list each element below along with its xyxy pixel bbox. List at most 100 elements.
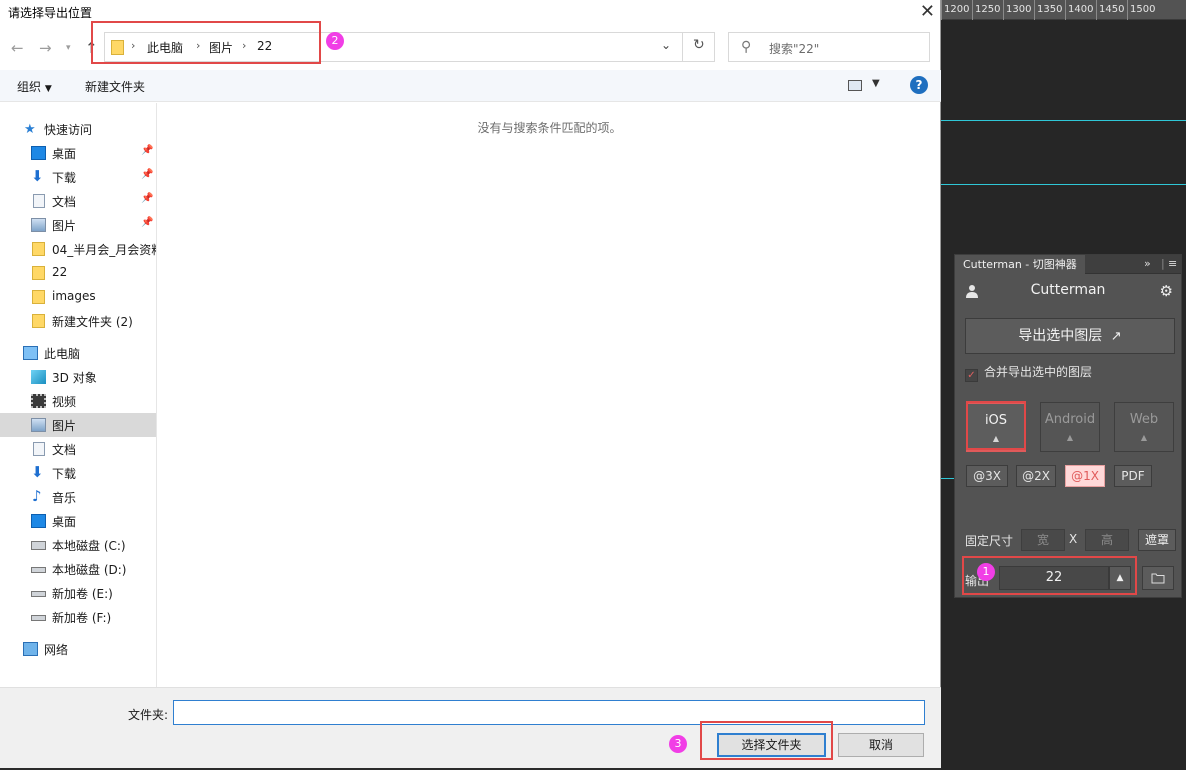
step-marker-3: 3: [669, 735, 687, 753]
help-icon[interactable]: ?: [910, 76, 928, 94]
sidebar-item-network[interactable]: 网络: [0, 637, 156, 661]
desktop-icon: [31, 146, 46, 160]
merge-layers-checkbox[interactable]: ✓ 合并导出选中的图层: [965, 363, 1093, 382]
sidebar-item-quick-access[interactable]: ★ 快速访问: [0, 117, 156, 141]
sidebar-item-label: 图片: [52, 219, 77, 233]
sidebar-item-desktop[interactable]: 桌面 📌: [0, 141, 156, 165]
sidebar-item-label: 下载: [52, 171, 77, 185]
sidebar-item-music[interactable]: ♪ 音乐: [0, 485, 156, 509]
sidebar-item-pictures[interactable]: 图片 📌: [0, 213, 156, 237]
ruler-tick: 1500: [1130, 4, 1156, 15]
scale-1x-button[interactable]: @1X: [1065, 465, 1105, 487]
highlight-select-folder: [700, 721, 833, 760]
sidebar-item-folder[interactable]: 22: [0, 261, 156, 285]
times-label: X: [1069, 532, 1078, 546]
sidebar-item-label: 快速访问: [44, 123, 93, 137]
browse-folder-button[interactable]: [1142, 566, 1174, 590]
ruler-tick: 1250: [975, 4, 1001, 15]
sidebar-item-downloads[interactable]: ⬇ 下载: [0, 461, 156, 485]
folder-icon: [32, 290, 45, 304]
export-selected-layers-button[interactable]: 导出选中图层 ↗: [965, 318, 1175, 354]
dialog-title: 请选择导出位置: [8, 6, 93, 20]
chevron-down-icon: ▼: [44, 84, 52, 94]
sidebar-item-folder[interactable]: 新建文件夹 (2): [0, 309, 156, 333]
ruler-tick: 1450: [1099, 4, 1125, 15]
pin-icon: 📌: [141, 169, 154, 180]
view-dropdown-icon[interactable]: ▼: [872, 78, 880, 89]
film-icon: [31, 394, 46, 408]
sidebar-item-desktop[interactable]: 桌面: [0, 509, 156, 533]
triangle-up-icon: ▲: [1066, 433, 1074, 442]
scale-pdf-button[interactable]: PDF: [1114, 465, 1152, 487]
command-bar: 组织 ▼ 新建文件夹 ▼ ?: [0, 70, 941, 102]
sidebar-item-label: 此电脑: [44, 347, 81, 361]
platform-android-button[interactable]: Android ▲: [1040, 402, 1100, 452]
sidebar-item-label: 本地磁盘 (C:): [52, 539, 126, 553]
panel-tab[interactable]: Cutterman - 切图神器: [955, 255, 1085, 274]
gear-icon[interactable]: ⚙: [1160, 282, 1173, 300]
sidebar-item-label: 网络: [44, 643, 69, 657]
panel-menu-icon[interactable]: ≡: [1168, 257, 1177, 270]
panel-tabbar: Cutterman - 切图神器 » | ≡: [955, 255, 1181, 274]
sidebar-item-downloads[interactable]: ⬇ 下载 📌: [0, 165, 156, 189]
sidebar-item-3d-objects[interactable]: 3D 对象: [0, 365, 156, 389]
select-folder-dialog: 请选择导出位置 ✕ ← → ▾ ↑ › 此电脑 › 图片 › 22 ⌄ ↻ ⚲ …: [0, 0, 941, 768]
sidebar-item-drive-e[interactable]: 新加卷 (E:): [0, 581, 156, 605]
highlight-address-bar: [91, 21, 321, 64]
panel-title: Cutterman: [1030, 282, 1106, 298]
guide-line: [941, 184, 1186, 185]
sidebar-item-folder[interactable]: images: [0, 285, 156, 309]
desktop-icon: [31, 514, 46, 528]
sidebar-item-label: 视频: [52, 395, 77, 409]
search-box[interactable]: ⚲ 搜索"22": [728, 32, 930, 62]
folder-icon: [32, 266, 45, 280]
sidebar-item-label: 桌面: [52, 147, 77, 161]
refresh-icon[interactable]: ↻: [693, 37, 705, 53]
sidebar-item-drive-d[interactable]: 本地磁盘 (D:): [0, 557, 156, 581]
sidebar-item-pictures-selected[interactable]: 图片: [0, 413, 156, 437]
sidebar-item-label: 图片: [52, 419, 77, 433]
chevron-down-icon[interactable]: ⌄: [661, 38, 671, 52]
height-input[interactable]: 高: [1085, 529, 1129, 551]
new-folder-button[interactable]: 新建文件夹: [85, 78, 145, 95]
export-button-label: 导出选中图层: [1018, 328, 1103, 344]
sidebar-item-documents[interactable]: 文档: [0, 437, 156, 461]
close-icon[interactable]: ✕: [920, 1, 935, 22]
sidebar-item-label: 3D 对象: [52, 371, 97, 385]
folder-icon: [1151, 573, 1165, 584]
scale-3x-button[interactable]: @3X: [966, 465, 1008, 487]
collapse-panel-icon[interactable]: »: [1144, 257, 1151, 270]
search-icon: ⚲: [741, 39, 752, 55]
sidebar-item-this-pc[interactable]: 此电脑: [0, 341, 156, 365]
sidebar-item-label: 音乐: [52, 491, 77, 505]
back-arrow-icon[interactable]: ←: [11, 39, 24, 57]
document-icon: [33, 194, 45, 208]
file-list-pane[interactable]: 没有与搜索条件匹配的项。: [158, 103, 941, 687]
drive-icon: [31, 541, 46, 550]
checkbox-icon: ✓: [965, 369, 978, 382]
ruler-tick: 1400: [1068, 4, 1094, 15]
recent-dropdown-icon[interactable]: ▾: [66, 43, 71, 53]
sidebar-item-videos[interactable]: 视频: [0, 389, 156, 413]
platform-web-button[interactable]: Web ▲: [1114, 402, 1174, 452]
cancel-button[interactable]: 取消: [838, 733, 924, 757]
folder-icon: [32, 314, 45, 328]
sidebar-item-label: 文档: [52, 443, 77, 457]
width-input[interactable]: 宽: [1021, 529, 1065, 551]
forward-arrow-icon[interactable]: →: [39, 39, 52, 57]
sidebar-item-documents[interactable]: 文档 📌: [0, 189, 156, 213]
organize-menu[interactable]: 组织 ▼: [17, 78, 52, 95]
merge-label: 合并导出选中的图层: [984, 365, 1093, 379]
download-icon: ⬇: [31, 167, 44, 185]
folder-field-label: 文件夹:: [128, 708, 169, 722]
sidebar-item-drive-c[interactable]: 本地磁盘 (C:): [0, 533, 156, 557]
sidebar-item-folder[interactable]: 04_半月会_月会资料: [0, 237, 156, 261]
view-options-icon[interactable]: [848, 80, 862, 91]
scale-2x-button[interactable]: @2X: [1016, 465, 1056, 487]
pictures-icon: [31, 418, 46, 432]
sidebar-item-label: 下载: [52, 467, 77, 481]
sidebar-item-drive-f[interactable]: 新加卷 (F:): [0, 605, 156, 629]
platform-label: Android: [1044, 412, 1096, 427]
mask-button[interactable]: 遮罩: [1138, 529, 1176, 551]
network-icon: [23, 642, 38, 656]
